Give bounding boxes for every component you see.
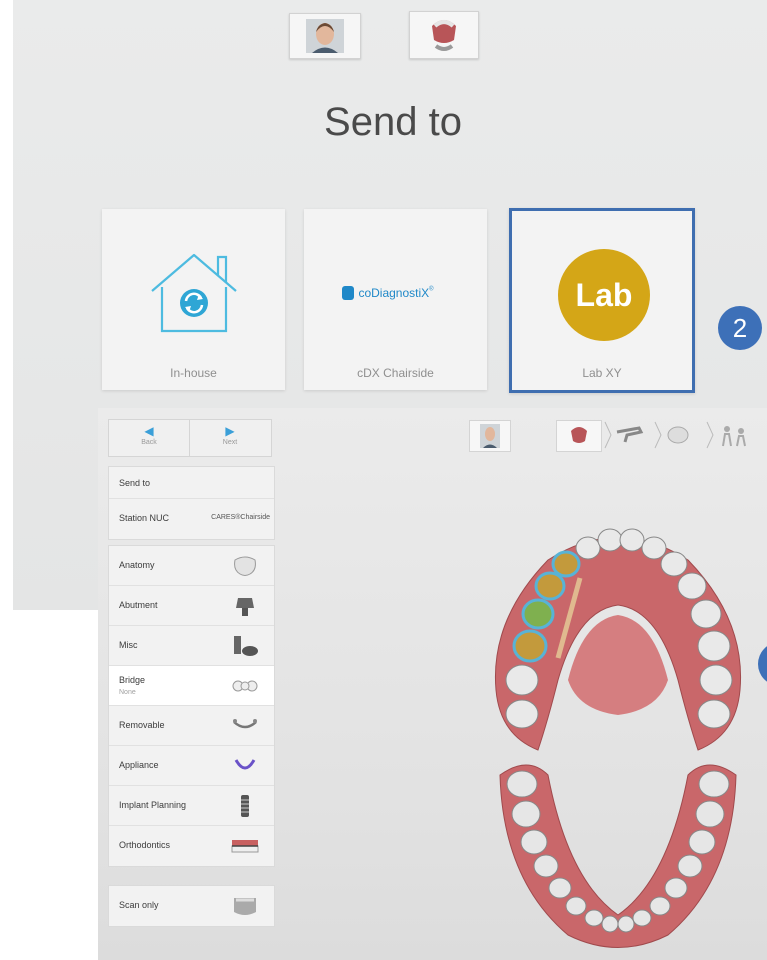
arrow-left-icon: ◀: [144, 424, 154, 438]
appliance-icon: [234, 759, 256, 770]
upper-jaw: [494, 528, 742, 751]
indication-abutment[interactable]: Abutment: [109, 586, 274, 626]
misc-icon: [234, 636, 258, 656]
indication-misc[interactable]: Misc: [109, 626, 274, 666]
back-button[interactable]: ◀ Back: [109, 420, 190, 456]
scanner-wand-icon: [604, 421, 644, 449]
send-to-header: Send to: [109, 467, 274, 499]
destination-label: Lab XY: [582, 366, 622, 380]
navigation-buttons: ◀ Back ▶ Next: [108, 419, 272, 457]
page-title: Send to: [324, 100, 462, 144]
station-selector[interactable]: Station NUC CARES®Chairside: [109, 499, 274, 539]
next-button[interactable]: ▶ Next: [190, 420, 270, 456]
indication-orthodontics[interactable]: Orthodontics: [109, 826, 274, 866]
scan-model-icon: [234, 898, 256, 915]
bridge-icon: [232, 680, 258, 692]
abutment-icon: [236, 598, 254, 616]
scan-teeth-icon: [571, 427, 587, 443]
destination-label: In-house: [170, 366, 217, 380]
workflow-step-send[interactable]: [705, 420, 763, 450]
lower-jaw: [499, 764, 737, 948]
workflow-step-scan[interactable]: [556, 420, 602, 452]
jaw-scan-3d-view[interactable]: [488, 520, 748, 950]
indication-bridge[interactable]: Bridge None: [109, 666, 274, 706]
lab-icon: Lab: [558, 249, 650, 341]
patient-thumbnail[interactable]: [289, 13, 361, 59]
destination-label: cDX Chairside: [357, 366, 434, 380]
indication-implant-planning[interactable]: Implant Planning: [109, 786, 274, 826]
indication-list: Anatomy Abutment Misc Bridge None Remova…: [108, 545, 275, 867]
house-sync-icon: [151, 253, 237, 333]
scan-thumbnail[interactable]: [409, 11, 479, 59]
indication-appliance[interactable]: Appliance: [109, 746, 274, 786]
workflow-step-design[interactable]: [653, 420, 703, 450]
destination-in-house[interactable]: In-house: [102, 209, 285, 390]
destination-cdx-chairside[interactable]: coDiagnostiX® cDX Chairside: [304, 209, 487, 390]
crown-design-icon: [654, 421, 689, 449]
patient-face-icon: [306, 19, 344, 53]
destination-lab-xy[interactable]: Lab Lab XY: [509, 208, 695, 393]
removable-icon: [233, 719, 257, 729]
arrow-right-icon: ▶: [225, 424, 235, 438]
codiagnostix-logo: coDiagnostiX®: [342, 284, 434, 300]
codiagnostix-logo-mark-icon: [342, 285, 354, 300]
scan-teeth-icon: [432, 20, 456, 51]
people-transfer-icon: [706, 421, 746, 449]
cares-chairside-logo: CARES®Chairside: [211, 514, 270, 521]
step-number-badge: 2: [718, 306, 762, 350]
patient-face-icon: [480, 424, 500, 448]
send-to-panel: Send to Station NUC CARES®Chairside: [108, 466, 275, 540]
indication-screen: ◀ Back ▶ Next Send to Station NUC CARES®…: [98, 408, 767, 960]
workflow-step-scanner[interactable]: [603, 420, 651, 450]
implant-icon: [241, 795, 249, 817]
patient-thumbnail[interactable]: [469, 420, 511, 452]
indication-scan-only[interactable]: Scan only: [109, 886, 274, 926]
brackets-icon: [231, 840, 259, 853]
step-badge-partial: [758, 642, 767, 686]
crown-icon: [234, 556, 256, 576]
indication-removable[interactable]: Removable: [109, 706, 274, 746]
indication-anatomy[interactable]: Anatomy: [109, 546, 274, 586]
scan-only-panel: Scan only: [108, 885, 275, 927]
